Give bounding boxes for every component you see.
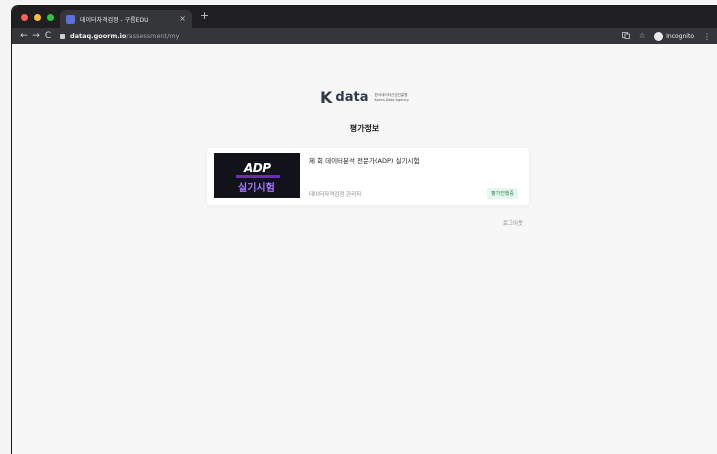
browser-window: 데이터자격검정 - 구름EDU × + ← → C dataq.goorm.io… [12,6,717,454]
thumbnail-band [236,175,280,178]
incognito-icon [654,31,664,41]
browser-tab[interactable]: 데이터자격검정 - 구름EDU × [60,10,192,28]
maximize-window-button[interactable] [47,13,54,21]
lock-icon [60,33,65,39]
url-host: dataq.goorm.io [70,32,127,40]
favicon-icon [66,14,75,24]
url-path: /assessment/my [126,32,180,40]
logo-org-en: Korea Data Agency [374,97,409,102]
assessment-thumbnail: ADP 실기시험 [214,153,300,198]
minimize-window-button[interactable] [34,13,41,21]
kdata-logo[interactable]: K data 한국데이터산업진흥원 Korea Data Agency [320,88,409,107]
close-window-button[interactable] [21,13,28,21]
translate-icon[interactable] [621,31,630,41]
logo-mark: K [320,88,332,107]
assessment-title: 제 회 데이터분석 전문가(ADP) 실기시험 [309,157,420,165]
logo-org-name: 한국데이터산업진흥원 Korea Data Agency [374,93,408,102]
page-content: K data 한국데이터산업진흥원 Korea Data Agency 평가정보… [12,44,717,454]
incognito-indicator[interactable]: Incognito [654,31,694,41]
tab-close-icon[interactable]: × [179,15,186,23]
assessment-card[interactable]: ADP 실기시험 제 회 데이터분석 전문가(ADP) 실기시험 데이터자격검정… [207,148,529,205]
window-controls [21,13,54,21]
forward-button[interactable]: → [30,31,42,41]
tab-bar: 데이터자격검정 - 구름EDU × + [12,6,717,28]
back-button[interactable]: ← [18,31,30,41]
tab-title: 데이터자격검정 - 구름EDU [80,16,149,24]
browser-toolbar: ← → C dataq.goorm.io/assessment/my ☆ Inc… [12,28,717,44]
incognito-label: Incognito [666,32,694,40]
address-bar[interactable]: dataq.goorm.io/assessment/my [60,32,179,40]
logout-link[interactable]: 로그아웃 [503,219,523,227]
reload-button[interactable]: C [42,31,54,41]
thumbnail-exam-text: 실기시험 [238,183,275,194]
status-badge: 평가진행중 [487,188,519,199]
logo-text: data [335,90,369,105]
new-tab-button[interactable]: + [200,10,209,21]
bookmark-star-icon[interactable]: ☆ [639,32,645,40]
assessment-organizer: 데이터자격검정 관리자 [309,192,362,198]
toolbar-right: ☆ Incognito ⋮ [621,28,711,44]
page-title: 평가정보 [349,124,380,133]
thumbnail-adp-text: ADP [244,161,271,175]
browser-menu-button[interactable]: ⋮ [703,32,711,41]
